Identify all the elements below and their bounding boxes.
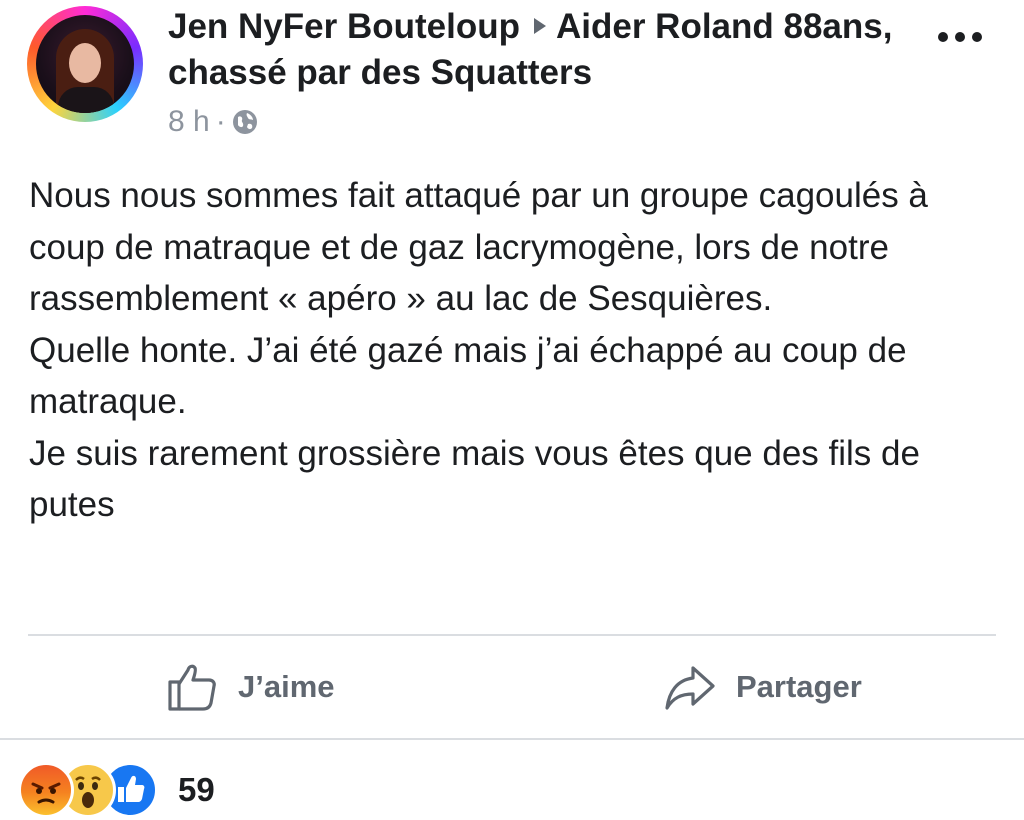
globe-icon (232, 110, 257, 134)
avatar-photo (36, 15, 134, 113)
meta-separator: · (215, 105, 226, 138)
avatar-face (69, 43, 101, 83)
avatar-body (58, 87, 114, 113)
reaction-count: 59 (178, 771, 215, 808)
divider (0, 738, 1024, 740)
author-avatar[interactable] (27, 6, 143, 122)
arrow-right-icon (533, 18, 546, 34)
more-dot (972, 32, 982, 42)
share-button[interactable]: Partager (664, 662, 862, 712)
more-dot (955, 32, 965, 42)
divider (28, 634, 996, 636)
angry-face (31, 782, 61, 804)
reactions-summary[interactable]: 59 (18, 762, 215, 818)
more-options-icon[interactable] (938, 28, 988, 48)
post-header: Jen NyFer Bouteloup Aider Roland 88ans, c… (0, 0, 1024, 150)
post-meta: 8 h · (168, 102, 258, 142)
angry-reaction-icon (18, 762, 74, 818)
post-body: Nous nous sommes fait attaqué par un gro… (29, 176, 928, 524)
share-label: Partager (736, 669, 862, 704)
post-title: Jen NyFer Bouteloup Aider Roland 88ans, c… (168, 4, 968, 96)
thumbs-up-icon (168, 664, 216, 711)
author-name[interactable]: Jen NyFer Bouteloup (168, 7, 520, 46)
post-actions: J’aime Partager (0, 640, 1024, 734)
post-timestamp[interactable]: 8 h (168, 105, 210, 138)
like-label: J’aime (238, 669, 335, 704)
like-button[interactable]: J’aime (166, 662, 335, 712)
share-arrow-icon (665, 666, 715, 710)
more-dot (938, 32, 948, 42)
